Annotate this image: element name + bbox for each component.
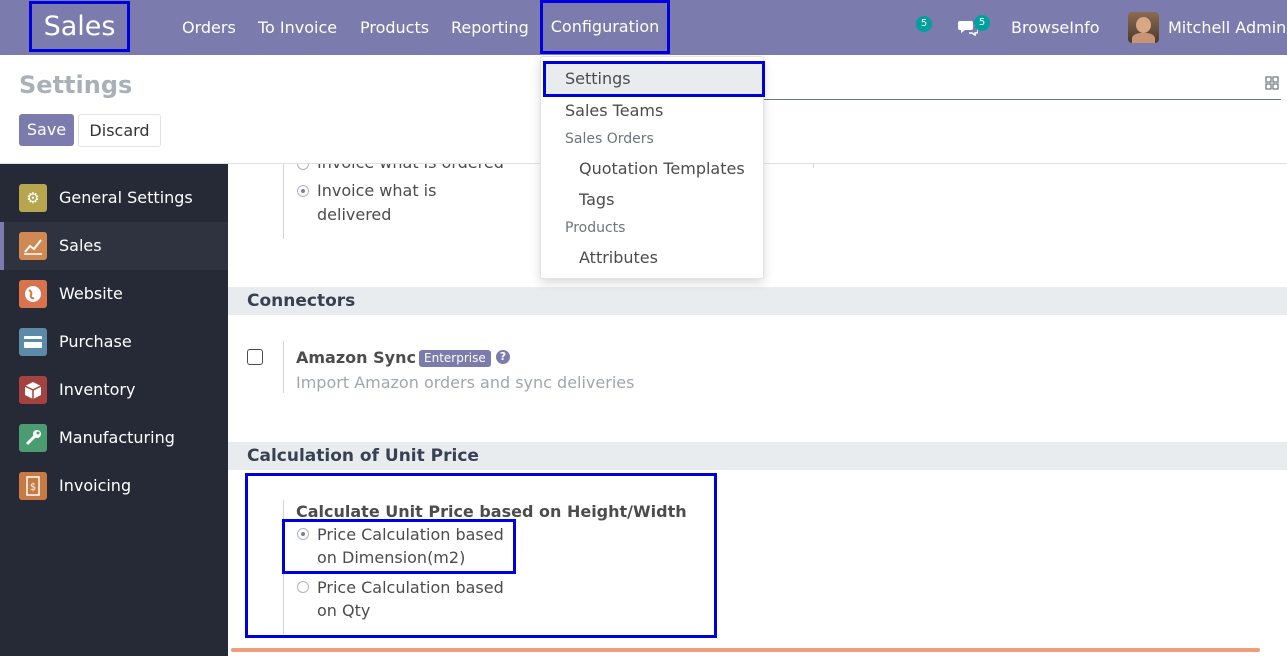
grid-view-icon[interactable] — [1265, 76, 1279, 90]
configuration-dropdown: Settings Sales Teams Sales Orders Quotat… — [540, 56, 765, 279]
sidebar-item-purchase[interactable]: Purchase — [0, 318, 228, 366]
wrench-icon — [19, 424, 47, 452]
dropdown-item-settings[interactable]: Settings — [543, 61, 765, 97]
sidebar-item-label: Invoicing — [59, 476, 132, 495]
sidebar-item-sales[interactable]: Sales — [0, 222, 228, 270]
messages-count-badge: 5 — [974, 15, 990, 31]
radio-invoice-delivered[interactable] — [297, 185, 309, 197]
sidebar-item-label: Manufacturing — [59, 428, 175, 447]
dropdown-header-products: Products — [565, 220, 626, 236]
invoice-ordered-label: Invoice what is ordered — [317, 164, 504, 174]
save-button[interactable]: Save — [19, 114, 74, 146]
company-switcher[interactable]: BrowseInfo — [1011, 0, 1100, 55]
price-qty-label-line1: Price Calculation based — [317, 578, 504, 597]
sidebar-item-invoicing[interactable]: $ Invoicing — [0, 462, 228, 510]
radio-price-dimension[interactable] — [297, 528, 309, 540]
app-brand[interactable]: Sales — [29, 1, 130, 52]
messages-button[interactable]: 5 — [956, 14, 996, 38]
sidebar-item-label: Purchase — [59, 332, 132, 351]
menu-to-invoice[interactable]: To Invoice — [258, 0, 337, 55]
dropdown-header-sales-orders: Sales Orders — [565, 131, 654, 147]
sidebar-item-manufacturing[interactable]: Manufacturing — [0, 414, 228, 462]
sidebar-item-label: General Settings — [59, 188, 193, 207]
activity-count-badge: 5 — [916, 16, 932, 32]
globe-icon — [19, 280, 47, 308]
section-unit-price: Calculation of Unit Price — [228, 442, 1287, 470]
enterprise-badge: Enterprise — [419, 350, 491, 367]
menu-orders[interactable]: Orders — [182, 0, 236, 55]
activity-button[interactable]: 5 — [912, 14, 936, 38]
chart-icon — [19, 232, 47, 260]
search-input[interactable] — [764, 99, 1281, 100]
divider — [283, 164, 284, 239]
amazon-sync-checkbox[interactable] — [247, 349, 263, 365]
sidebar-item-label: Inventory — [59, 380, 136, 399]
price-dimension-label-line1: Price Calculation based — [317, 525, 504, 544]
amazon-sync-description: Import Amazon orders and sync deliveries — [296, 373, 635, 392]
top-navbar: Sales Orders To Invoice Products Reporti… — [0, 0, 1287, 55]
invoice-delivered-label-line2: delivered — [317, 205, 392, 224]
menu-products[interactable]: Products — [360, 0, 429, 55]
box-icon — [19, 376, 47, 404]
amazon-sync-label: Amazon Sync — [296, 348, 416, 367]
dropdown-item-quotation-templates[interactable]: Quotation Templates — [579, 159, 745, 178]
help-icon[interactable]: ? — [496, 350, 510, 364]
dropdown-item-sales-teams[interactable]: Sales Teams — [565, 101, 663, 120]
radio-price-qty[interactable] — [297, 581, 309, 593]
price-dimension-label-line2: on Dimension(m2) — [317, 548, 466, 567]
dropdown-item-attributes[interactable]: Attributes — [579, 248, 658, 267]
invoice-icon: $ — [19, 472, 47, 500]
dropdown-item-tags[interactable]: Tags — [579, 190, 614, 209]
menu-configuration[interactable]: Configuration — [540, 0, 670, 54]
sidebar-item-label: Sales — [59, 236, 102, 255]
divider — [283, 341, 284, 393]
sidebar-item-website[interactable]: Website — [0, 270, 228, 318]
section-connectors: Connectors — [228, 287, 1287, 315]
horizontal-scrollbar[interactable] — [231, 648, 1260, 652]
page-title: Settings — [19, 71, 133, 99]
gear-icon: ⚙ — [19, 184, 47, 212]
sidebar-item-label: Website — [59, 284, 123, 303]
settings-sidebar: ⚙ General Settings Sales Website Purchas… — [0, 164, 228, 656]
divider — [813, 164, 814, 168]
price-qty-label-line2: on Qty — [317, 601, 371, 620]
menu-reporting[interactable]: Reporting — [451, 0, 529, 55]
invoice-delivered-label-line1: Invoice what is — [317, 181, 437, 200]
discard-button[interactable]: Discard — [78, 114, 161, 147]
sidebar-item-general-settings[interactable]: ⚙ General Settings — [0, 174, 228, 222]
card-icon — [19, 328, 47, 356]
avatar[interactable] — [1128, 12, 1159, 43]
sidebar-item-inventory[interactable]: Inventory — [0, 366, 228, 414]
dropdown-settings-label: Settings — [565, 69, 631, 88]
user-menu[interactable]: Mitchell Admin — [1168, 0, 1286, 55]
svg-text:$: $ — [30, 482, 36, 493]
radio-invoice-ordered[interactable] — [297, 164, 309, 170]
